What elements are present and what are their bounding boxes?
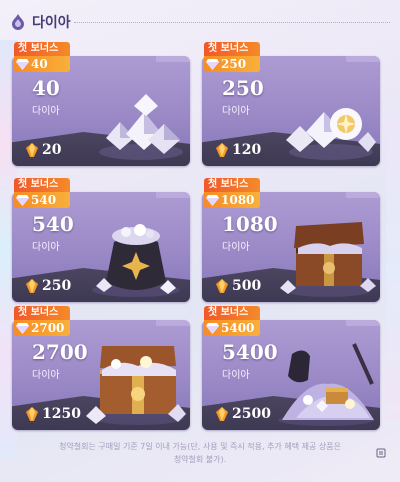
badge-bonus-value: 250 — [221, 57, 247, 71]
first-bonus-badge: 첫 보너스 540 — [14, 178, 70, 208]
price-tag: 20 — [26, 142, 61, 158]
badge-label: 첫 보너스 — [204, 42, 260, 56]
diamond-pile-icon — [286, 108, 376, 160]
orange-gem-icon — [26, 143, 38, 157]
product-card-40[interactable]: 40 다이아 20 — [12, 56, 190, 166]
product-amount: 540 — [32, 212, 74, 236]
orange-gem-icon — [26, 407, 38, 421]
decorative-shards-right — [386, 120, 400, 420]
first-bonus-badge: 첫 보너스 1080 — [204, 178, 260, 208]
price-tag: 2500 — [216, 406, 271, 422]
badge-label: 첫 보너스 — [204, 306, 260, 320]
treasure-chest-icon — [86, 346, 186, 425]
diamond-icon — [206, 322, 219, 334]
badge-bonus-value: 5400 — [221, 321, 255, 335]
price-tag: 1250 — [26, 406, 81, 422]
diamond-icon — [16, 58, 29, 70]
diamond-section-icon — [10, 13, 26, 31]
product-card-5400[interactable]: 5400 다이아 2500 — [202, 320, 380, 430]
badge-label: 첫 보너스 — [14, 42, 70, 56]
product-card-540[interactable]: 540 다이아 250 — [12, 192, 190, 302]
diamond-icon — [206, 194, 219, 206]
refund-notice-line-1: 청약철회는 구매일 기준 7일 이내 가능(단, 사용 및 즉시 적용, 추가 … — [59, 442, 341, 451]
first-bonus-badge: 첫 보너스 2700 — [14, 306, 70, 336]
diamond-icon — [206, 58, 219, 70]
price-value: 2500 — [232, 406, 271, 422]
badge-bonus-value: 2700 — [31, 321, 65, 335]
product-amount: 5400 — [222, 340, 278, 364]
diamond-hoard-icon — [278, 343, 374, 426]
product-unit: 다이아 — [222, 106, 250, 117]
badge-label: 첫 보너스 — [14, 178, 70, 192]
price-value: 20 — [42, 142, 62, 158]
product-card-250[interactable]: 250 다이아 120 — [202, 56, 380, 166]
first-bonus-badge: 첫 보너스 5400 — [204, 306, 260, 336]
orange-gem-icon — [216, 143, 228, 157]
diamond-pouch-icon — [92, 224, 180, 297]
price-tag: 250 — [26, 278, 71, 294]
price-value: 1250 — [42, 406, 81, 422]
price-tag: 120 — [216, 142, 261, 158]
badge-bonus-value: 540 — [31, 193, 57, 207]
product-card-2700[interactable]: 2700 다이아 1250 — [12, 320, 190, 430]
document-icon[interactable] — [376, 448, 386, 458]
treasure-chest-icon — [280, 222, 376, 297]
product-card-1080[interactable]: 1080 다이아 500 — [202, 192, 380, 302]
section-title: 다이아 — [32, 15, 71, 31]
product-unit: 다이아 — [32, 106, 60, 117]
badge-bonus-value: 40 — [31, 57, 48, 71]
product-unit: 다이아 — [32, 242, 60, 253]
first-bonus-badge: 첫 보너스 40 — [14, 42, 70, 72]
product-unit: 다이아 — [222, 242, 250, 253]
product-unit: 다이아 — [222, 370, 250, 381]
badge-label: 첫 보너스 — [14, 306, 70, 320]
orange-gem-icon — [216, 407, 228, 421]
diamond-icon — [16, 194, 29, 206]
product-amount: 1080 — [222, 212, 278, 236]
refund-notice-line-2: 청약철회 불가). — [173, 455, 227, 464]
diamond-pile-icon — [99, 94, 183, 160]
diamond-icon — [16, 322, 29, 334]
orange-gem-icon — [216, 279, 228, 293]
orange-gem-icon — [26, 279, 38, 293]
product-amount: 40 — [32, 76, 60, 100]
badge-label: 첫 보너스 — [204, 178, 260, 192]
price-value: 500 — [232, 278, 262, 294]
refund-notice: 청약철회는 구매일 기준 7일 이내 가능(단, 사용 및 즉시 적용, 추가 … — [30, 440, 370, 466]
header-divider — [74, 22, 390, 23]
product-amount: 250 — [222, 76, 264, 100]
product-amount: 2700 — [32, 340, 88, 364]
product-unit: 다이아 — [32, 370, 60, 381]
price-value: 120 — [232, 142, 262, 158]
price-value: 250 — [42, 278, 72, 294]
price-tag: 500 — [216, 278, 261, 294]
badge-bonus-value: 1080 — [221, 193, 255, 207]
first-bonus-badge: 첫 보너스 250 — [204, 42, 260, 72]
section-header: 다이아 — [10, 10, 71, 34]
